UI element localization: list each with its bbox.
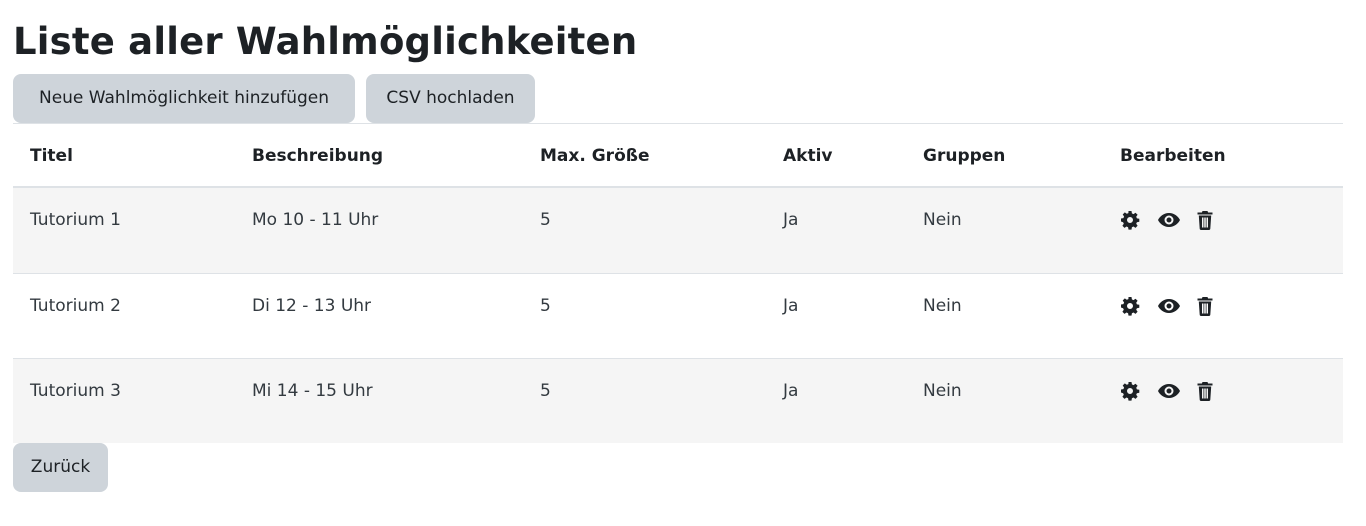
cell-max-size: 5 [540,381,551,401]
row-actions [1120,381,1214,401]
cell-max-size: 5 [540,296,551,316]
cell-active: Ja [783,296,799,316]
cell-groups: Nein [923,381,962,401]
cell-title: Tutorium 1 [30,210,121,230]
page-title: Liste aller Wahlmöglichkeiten [13,20,638,63]
header-active: Aktiv [783,146,833,166]
header-groups: Gruppen [923,146,1006,166]
back-button[interactable]: Zurück [13,443,108,492]
eye-icon[interactable] [1157,296,1181,316]
page: Liste aller Wahlmöglichkeiten Neue Wahlm… [0,0,1366,526]
trash-icon[interactable] [1196,296,1214,316]
choices-table: Titel Beschreibung Max. Größe Aktiv Grup… [13,123,1343,443]
cell-active: Ja [783,381,799,401]
cell-groups: Nein [923,210,962,230]
header-edit: Bearbeiten [1120,146,1226,166]
trash-icon[interactable] [1196,381,1214,401]
table-row: Tutorium 2 Di 12 - 13 Uhr 5 Ja Nein [13,273,1343,358]
trash-icon[interactable] [1196,210,1214,230]
header-title: Titel [30,146,73,166]
gear-icon[interactable] [1120,381,1140,401]
table-row: Tutorium 3 Mi 14 - 15 Uhr 5 Ja Nein [13,358,1343,443]
table-row: Tutorium 1 Mo 10 - 11 Uhr 5 Ja Nein [13,188,1343,273]
cell-groups: Nein [923,296,962,316]
gear-icon[interactable] [1120,210,1140,230]
header-max-size: Max. Größe [540,146,650,166]
table-header: Titel Beschreibung Max. Größe Aktiv Grup… [13,124,1343,188]
cell-max-size: 5 [540,210,551,230]
row-actions [1120,296,1214,316]
cell-description: Mi 14 - 15 Uhr [252,381,373,401]
gear-icon[interactable] [1120,296,1140,316]
row-actions [1120,210,1214,230]
eye-icon[interactable] [1157,381,1181,401]
header-description: Beschreibung [252,146,384,166]
cell-description: Mo 10 - 11 Uhr [252,210,379,230]
csv-upload-button[interactable]: CSV hochladen [366,74,535,123]
cell-title: Tutorium 2 [30,296,121,316]
cell-description: Di 12 - 13 Uhr [252,296,372,316]
table-body: Tutorium 1 Mo 10 - 11 Uhr 5 Ja Nein Tuto… [13,188,1343,443]
cell-title: Tutorium 3 [30,381,121,401]
add-choice-button[interactable]: Neue Wahlmöglichkeit hinzufügen [13,74,355,123]
cell-active: Ja [783,210,799,230]
eye-icon[interactable] [1157,210,1181,230]
